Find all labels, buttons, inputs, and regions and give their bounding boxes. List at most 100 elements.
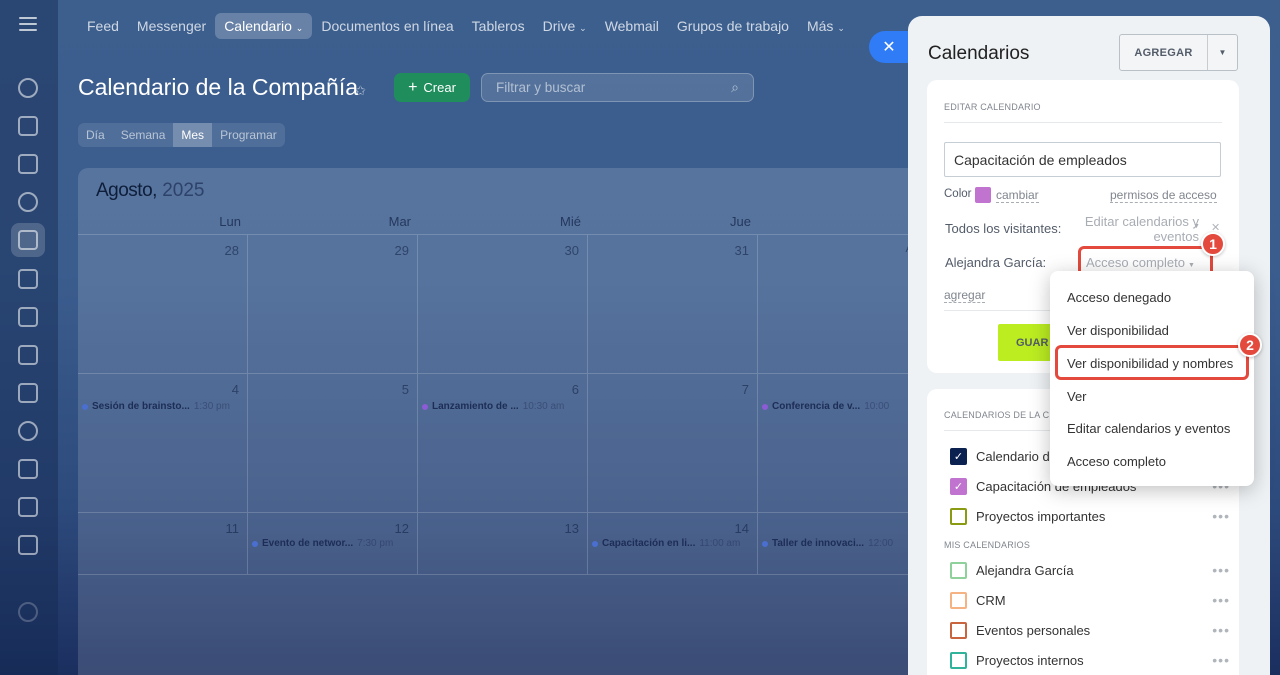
day-cell[interactable]: 5 — [248, 374, 418, 513]
calendar-list-item[interactable]: Proyectos importantes ••• — [950, 507, 1230, 525]
feed-icon[interactable] — [18, 78, 38, 98]
weekday-header: Mié — [560, 214, 581, 229]
nav-calendar[interactable]: Calendario ⌄ — [215, 13, 313, 39]
chat-icon[interactable] — [18, 116, 38, 136]
view-schedule[interactable]: Programar — [212, 123, 285, 147]
day-cell[interactable]: Ag — [758, 234, 928, 374]
section-label: EDITAR CALENDARIO — [944, 102, 1041, 112]
chevron-down-icon: ▼ — [1193, 223, 1200, 230]
nav-drive[interactable]: Drive ⌄ — [534, 13, 596, 39]
day-cell[interactable]: 13 — [418, 513, 588, 575]
more-icon[interactable]: ••• — [1212, 592, 1230, 608]
day-cell[interactable]: 31 — [588, 234, 758, 374]
access-permissions-link[interactable]: permisos de acceso — [1110, 188, 1217, 203]
page-title: Calendario de la Compañía — [78, 74, 359, 100]
dropdown-option[interactable]: Ver disponibilidad — [1067, 323, 1169, 338]
day-cell[interactable]: 12 Evento de networ... 7:30 pm — [248, 513, 418, 575]
chevron-down-icon: ⌄ — [837, 23, 845, 33]
chevron-down-icon: ⌄ — [295, 23, 304, 33]
more-icon[interactable]: ••• — [1212, 622, 1230, 638]
nav-documents[interactable]: Documentos en línea — [312, 13, 462, 39]
search-input[interactable]: Filtrar y buscar ⌕ — [481, 73, 754, 102]
dropdown-option[interactable]: Acceso completo — [1067, 454, 1166, 469]
menu-icon[interactable] — [19, 17, 37, 31]
calendar-event[interactable]: Conferencia de v... 10:00 — [762, 401, 889, 412]
close-panel-button[interactable]: ✕ — [869, 31, 909, 63]
calendar-list-item[interactable]: Alejandra García ••• — [950, 561, 1230, 579]
checkbox[interactable] — [950, 591, 967, 609]
add-calendar-button[interactable]: AGREGAR ▼ — [1119, 34, 1238, 71]
calendar-list-item[interactable]: Proyectos internos ••• — [950, 651, 1230, 669]
day-cell[interactable]: 28 — [78, 234, 248, 374]
view-week[interactable]: Semana — [113, 123, 174, 147]
document-icon[interactable] — [18, 154, 38, 174]
view-month[interactable]: Mes — [173, 123, 213, 147]
month-calendar: Agosto, 2025 Lun Mar Mié Jue V 28 29 30 … — [78, 168, 938, 675]
create-button[interactable]: + Crear — [394, 73, 470, 102]
nav-boards[interactable]: Tableros — [463, 13, 534, 39]
file-icon[interactable] — [18, 269, 38, 289]
chevron-down-icon[interactable]: ▼ — [1207, 35, 1237, 70]
checkbox[interactable]: ✓ — [950, 447, 967, 465]
day-cell[interactable]: 6 Lanzamiento de ... 10:30 am — [418, 374, 588, 513]
drive-icon[interactable] — [18, 345, 38, 365]
view-switch: Día Semana Mes Programar — [78, 123, 285, 147]
user-label: Alejandra García: — [945, 255, 1047, 270]
checkbox[interactable] — [950, 561, 967, 579]
checkbox[interactable] — [950, 621, 967, 639]
hexagon-icon[interactable] — [18, 192, 38, 212]
more-icon[interactable]: ••• — [1212, 652, 1230, 668]
settings-icon[interactable] — [18, 602, 38, 622]
close-icon: ✕ — [882, 39, 896, 56]
nav-workgroups[interactable]: Grupos de trabajo — [668, 13, 798, 39]
view-day[interactable]: Día — [78, 123, 113, 147]
nav-feed[interactable]: Feed — [78, 13, 128, 39]
day-cell[interactable]: 11 — [78, 513, 248, 575]
board-icon[interactable] — [18, 307, 38, 327]
section-label: CALENDARIOS DE LA C — [944, 410, 1050, 420]
divider — [944, 122, 1222, 123]
calendar-list-item[interactable]: Eventos personales ••• — [950, 621, 1230, 639]
calendar-name-input[interactable]: Capacitación de empleados — [944, 142, 1221, 177]
nav-webmail[interactable]: Webmail — [596, 13, 668, 39]
day-cell[interactable]: 14 Capacitación en li... 11:00 am — [588, 513, 758, 575]
color-swatch[interactable] — [975, 187, 991, 203]
change-color-link[interactable]: cambiar — [996, 188, 1039, 203]
pin-icon[interactable]: ✩ — [355, 83, 366, 99]
visitors-access-select[interactable]: Editar calendarios y eventos — [1069, 214, 1199, 244]
task-icon[interactable] — [18, 459, 38, 479]
weekday-header: Jue — [730, 214, 751, 229]
color-label: Color — [944, 188, 972, 200]
chevron-down-icon: ⌄ — [579, 23, 587, 33]
calendar-event[interactable]: Taller de innovaci... 12:00 — [762, 538, 893, 549]
more-icon[interactable]: ••• — [1212, 508, 1230, 524]
day-cell[interactable]: Conferencia de v... 10:00 — [758, 374, 928, 513]
day-cell[interactable]: 4 Sesión de brainsto... 1:30 pm — [78, 374, 248, 513]
calendar-event[interactable]: Sesión de brainsto... 1:30 pm — [82, 401, 230, 412]
checkbox[interactable]: ✓ — [950, 477, 967, 495]
dropdown-option[interactable]: Editar calendarios y eventos — [1067, 421, 1230, 436]
calendar-icon[interactable] — [18, 230, 38, 250]
filter-icon[interactable] — [18, 497, 38, 517]
day-cell[interactable]: 30 — [418, 234, 588, 374]
checkbox[interactable] — [950, 651, 967, 669]
day-cell[interactable]: Taller de innovaci... 12:00 — [758, 513, 928, 575]
day-cell[interactable]: 7 — [588, 374, 758, 513]
users-icon[interactable] — [18, 421, 38, 441]
nav-more[interactable]: Más ⌄ — [798, 13, 854, 39]
calendar-month-title: Agosto, 2025 — [96, 180, 205, 201]
robot-icon[interactable] — [18, 535, 38, 555]
dropdown-option[interactable]: Ver — [1067, 389, 1087, 404]
more-icon[interactable]: ••• — [1212, 562, 1230, 578]
checkbox[interactable] — [950, 507, 967, 525]
weekday-header: Lun — [219, 214, 241, 229]
calendar-list-item[interactable]: CRM ••• — [950, 591, 1230, 609]
calendar-event[interactable]: Evento de networ... 7:30 pm — [252, 538, 393, 549]
add-permission-link[interactable]: agregar — [944, 288, 986, 303]
mail-icon[interactable] — [18, 383, 38, 403]
calendar-event[interactable]: Capacitación en li... 11:00 am — [592, 538, 740, 549]
nav-messenger[interactable]: Messenger — [128, 13, 215, 39]
calendar-event[interactable]: Lanzamiento de ... 10:30 am — [422, 401, 564, 412]
day-cell[interactable]: 29 — [248, 234, 418, 374]
dropdown-option[interactable]: Acceso denegado — [1067, 290, 1171, 305]
